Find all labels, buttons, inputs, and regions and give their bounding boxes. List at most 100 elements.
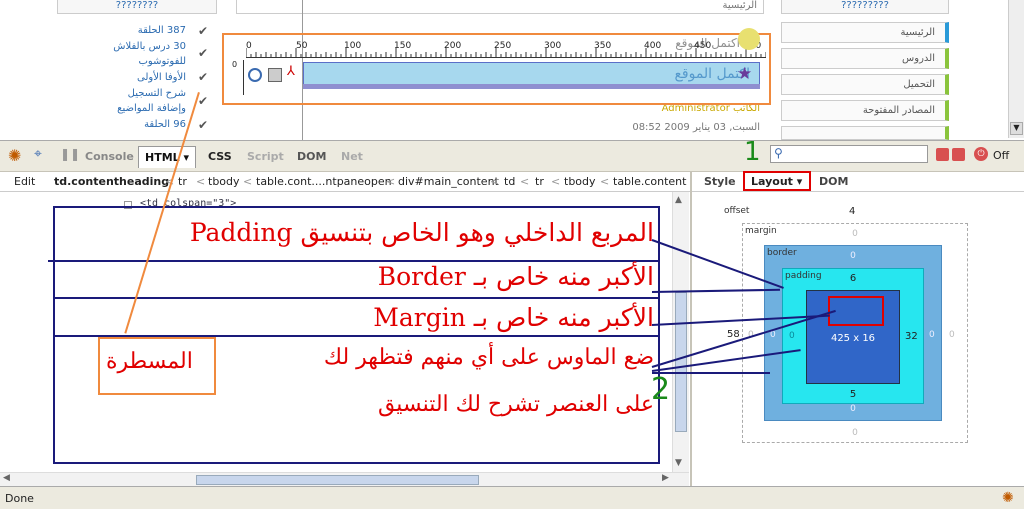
status-bar: Done ✺ — [0, 486, 1024, 509]
ruler-tick-label: 150 — [394, 41, 412, 51]
tab-net[interactable]: Net — [341, 150, 363, 163]
breadcrumb-item[interactable]: tbody — [564, 175, 596, 188]
menu-item-partial[interactable] — [781, 126, 949, 140]
margin-top: 0 — [852, 229, 858, 239]
annotation-margin: الأكبر منه خاص بـ Margin — [373, 303, 654, 332]
breadcrumb-separator: < — [490, 175, 500, 188]
border-label: border — [767, 248, 797, 258]
check-icon: ✔ — [198, 24, 209, 38]
padding-left: 0 — [789, 331, 795, 341]
breadcrumb-separator: < — [196, 175, 206, 188]
side-panel-tabs: Style Layout ▾ DOM — [692, 171, 1024, 192]
sun-icon — [738, 28, 760, 50]
pointer-line — [652, 372, 770, 374]
annotation-explain: على العنصر تشرح لك التنسيق — [377, 392, 654, 417]
email-icon[interactable] — [248, 68, 262, 82]
chevron-down-icon: ▾ — [183, 151, 190, 164]
scroll-right-icon[interactable]: ▶ — [662, 473, 669, 483]
tree-horizontal-scrollbar[interactable]: ◀ ▶ — [0, 472, 689, 486]
scroll-left-icon[interactable]: ◀ — [3, 473, 10, 483]
breadcrumb-separator: < — [551, 175, 561, 188]
padding-top: 6 — [849, 273, 857, 284]
top-right-link[interactable]: ????????? — [781, 0, 949, 14]
firebug-icon[interactable]: ✺ — [8, 146, 21, 165]
border-box[interactable]: border 0 0 0 0 padding 6 5 0 32 425 x 16 — [764, 245, 942, 421]
power-icon[interactable]: ⏻ — [974, 147, 988, 161]
tab-html-label: HTML — [145, 151, 180, 164]
left-list-item[interactable]: وإضافة المواضيع — [117, 103, 186, 114]
print-icon[interactable] — [268, 68, 282, 82]
tab-dom-side[interactable]: DOM — [819, 175, 848, 188]
off-label[interactable]: Off — [993, 149, 1009, 162]
breadcrumb-separator: < — [600, 175, 610, 188]
breadcrumb: Edit td.contentheading < tr < tbody < ta… — [0, 172, 690, 192]
breadcrumb-item[interactable]: td — [504, 175, 515, 188]
menu-item-downloads[interactable]: التحميل — [781, 74, 949, 95]
ruler-tick-label: 250 — [494, 41, 512, 51]
breadcrumb-item[interactable]: div#main_content — [398, 175, 499, 188]
scroll-up-icon[interactable]: ▲ — [675, 195, 682, 205]
firebug-status-icon[interactable]: ✺ — [1002, 490, 1014, 506]
annotation-hover: ضع الماوس على أي منهم فتظهر لك — [323, 345, 654, 370]
search-input[interactable]: ⚲ — [770, 145, 928, 163]
ruler-tick-label: 200 — [444, 41, 462, 51]
breadcrumb-item[interactable]: table.cont....ntpaneopen — [256, 175, 392, 188]
breadcrumb-item[interactable]: tr — [535, 175, 544, 188]
star-icon: ★ — [737, 64, 753, 84]
content-highlight — [828, 296, 884, 326]
scroll-thumb[interactable] — [675, 292, 687, 432]
menu-item-open-source[interactable]: المصادر المفتوحة — [781, 100, 949, 121]
check-icon: ✔ — [198, 94, 209, 108]
step-marker-1: 1 — [744, 137, 761, 167]
pause-icon[interactable]: ❚❚ — [60, 147, 80, 161]
tab-css[interactable]: CSS — [208, 150, 232, 163]
vertical-ruler: 0 — [232, 60, 244, 95]
minimize-icon[interactable] — [936, 148, 949, 161]
inspect-icon[interactable]: ⌖ — [34, 146, 42, 162]
top-middle-text: الرئيسية — [722, 0, 757, 11]
padding-right: 32 — [905, 331, 918, 342]
left-list-item[interactable]: شرح التسجيل — [128, 88, 186, 99]
edit-button[interactable]: Edit — [14, 175, 35, 188]
ruler-tick-label: 300 — [544, 41, 562, 51]
tab-style[interactable]: Style — [704, 175, 736, 188]
left-list-item[interactable]: 387 الحلقة — [138, 25, 186, 36]
border-bottom: 0 — [850, 404, 856, 414]
restore-icon[interactable] — [952, 148, 965, 161]
ruler-tick-label: 350 — [594, 41, 612, 51]
tab-dom[interactable]: DOM — [297, 150, 326, 163]
scroll-down-icon[interactable]: ▼ — [675, 458, 682, 468]
left-list-item[interactable]: للفوتوشوب — [139, 56, 187, 67]
scroll-down-icon[interactable]: ▼ — [1010, 122, 1023, 135]
margin-bottom: 0 — [852, 428, 858, 438]
breadcrumb-item[interactable]: tr — [178, 175, 187, 188]
tab-layout[interactable]: Layout ▾ — [743, 171, 811, 191]
left-list-item[interactable]: 30 درس بالفلاش — [113, 41, 186, 52]
check-icon: ✔ — [198, 118, 209, 132]
margin-box[interactable]: margin 0 0 0 0 border 0 0 0 0 padding 6 … — [742, 223, 968, 443]
ruler-tick-label: 0 — [232, 60, 238, 69]
left-list-item[interactable]: 96 الحلقة — [144, 119, 186, 130]
left-list-item[interactable]: الأوفا الأولى — [137, 72, 186, 83]
webpage-viewport: ???????? ????????? الرئيسية 387 الحلقة 3… — [0, 0, 1024, 140]
margin-right: 0 — [949, 330, 955, 340]
padding-box[interactable]: padding 6 5 0 32 425 x 16 — [782, 268, 924, 404]
tab-script[interactable]: Script — [247, 150, 284, 163]
offset-top: 4 — [849, 206, 856, 217]
tree-vertical-scrollbar[interactable]: ▲ ▼ — [672, 192, 689, 472]
scroll-thumb-horizontal[interactable] — [196, 475, 479, 485]
top-left-link[interactable]: ???????? — [57, 0, 217, 14]
tab-console[interactable]: Console — [85, 150, 134, 163]
breadcrumb-item[interactable]: tbody — [208, 175, 240, 188]
border-top: 0 — [850, 251, 856, 261]
annotation-ruler: المسطرة — [106, 349, 193, 374]
breadcrumb-item[interactable]: td.contentheading — [54, 175, 169, 188]
offset-left: 58 — [727, 329, 740, 340]
ruler-highlight: المسطرة — [98, 337, 216, 395]
pdf-icon[interactable]: ⅄ — [287, 64, 295, 79]
breadcrumb-item[interactable]: table.content — [613, 175, 686, 188]
page-scrollbar[interactable]: ▼ — [1008, 0, 1024, 138]
tab-html[interactable]: HTML ▾ — [138, 146, 197, 168]
menu-item-home[interactable]: الرئيسية — [781, 22, 949, 43]
menu-item-lessons[interactable]: الدروس — [781, 48, 949, 69]
